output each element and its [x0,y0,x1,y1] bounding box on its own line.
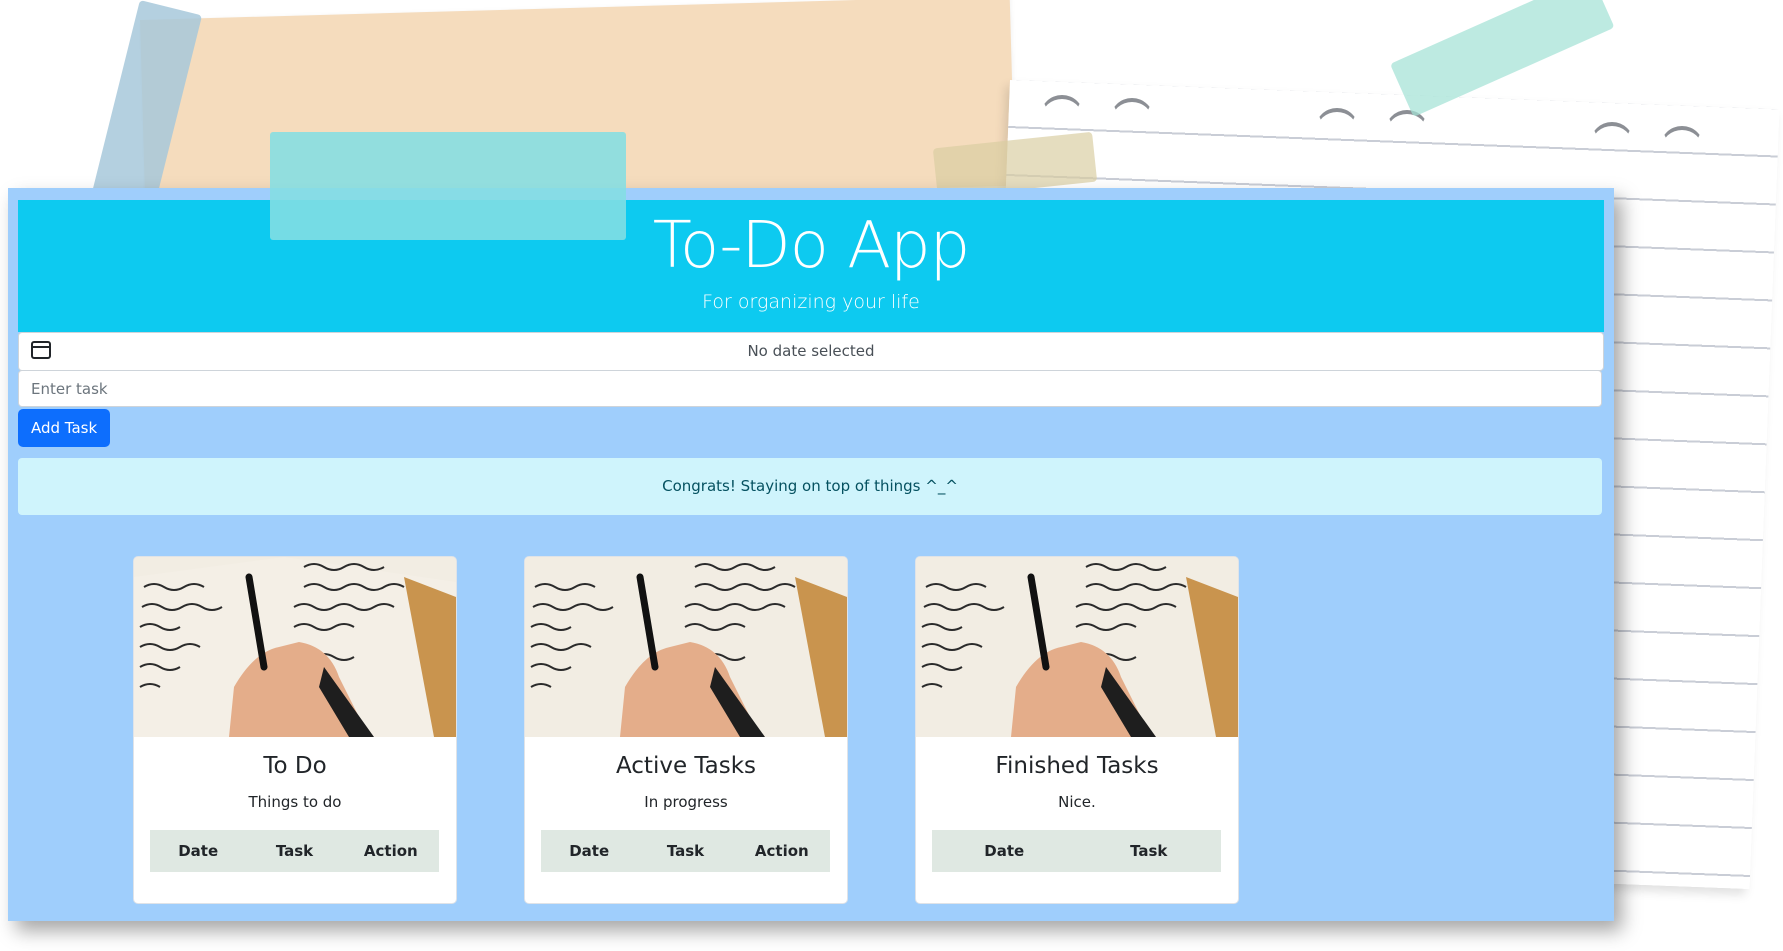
app-window: To-Do App For organizing your life No da… [8,132,1614,921]
date-picker[interactable]: No date selected [18,332,1604,371]
column-header-date: Date [984,842,1025,860]
binder-hole [1660,126,1704,170]
task-input[interactable] [18,370,1602,407]
column-header-action: Action [363,842,418,860]
column-header-task: Task [1130,842,1168,860]
task-table-header: Date Task [932,830,1221,872]
task-table-header: Date Task Action [541,830,830,872]
page-background: To-Do App For organizing your life No da… [0,0,1783,951]
card-title: Finished Tasks [995,753,1159,779]
card-finished-tasks: Finished Tasks Nice. Date Task [915,556,1239,904]
page-title: To-Do App [652,209,970,283]
card-title: Active Tasks [615,753,757,779]
column-header-task: Task [666,842,705,860]
add-task-button[interactable]: Add Task [18,409,111,447]
card-todo: To Do Things to do Date Task Action [133,556,457,904]
status-alert: Congrats! Staying on top of things ^_^ [18,458,1602,515]
card-subtitle: In progress [644,793,728,811]
column-header-action: Action [754,842,809,860]
binder-hole [1315,108,1359,152]
binder-hole [1110,98,1154,142]
column-header-date: Date [569,842,610,860]
card-subtitle: Nice. [1058,793,1096,811]
column-header-task: Task [275,842,314,860]
card-subtitle: Things to do [248,793,342,811]
card-title: To Do [263,753,327,779]
binder-hole [1590,122,1634,166]
app-header: To-Do App For organizing your life [18,200,1604,332]
card-active-tasks: Active Tasks In progress Date Task Actio… [524,556,848,904]
selected-date-label: No date selected [747,342,875,360]
card-image-writing-hand [525,557,847,737]
card-image-writing-hand [134,557,456,737]
decorative-tape [270,132,626,240]
page-subtitle: For organizing your life [702,291,920,313]
binder-hole [1385,110,1429,154]
column-header-date: Date [178,842,219,860]
card-image-writing-hand [916,557,1238,737]
task-table-header: Date Task Action [150,830,439,872]
